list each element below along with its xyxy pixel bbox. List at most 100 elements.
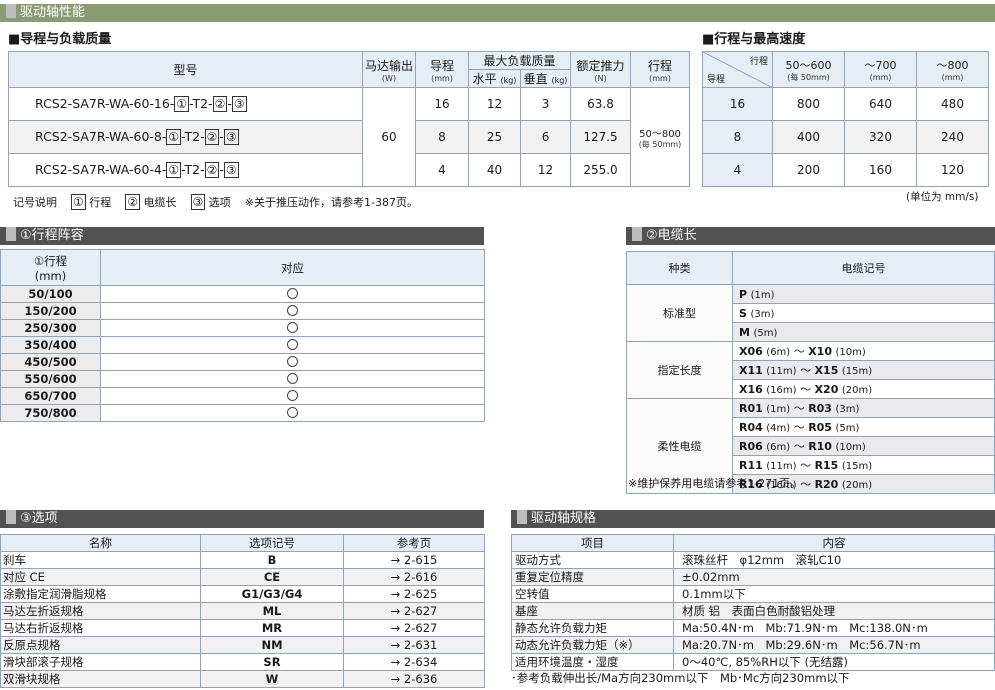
header-option-code: 选项记号 xyxy=(200,534,344,552)
vertical-load-cell: 12 xyxy=(519,153,572,187)
spec-value: ±0.02mm xyxy=(673,568,995,586)
stroke-value: 750/800 xyxy=(0,404,101,422)
section-title: 驱动轴规格 xyxy=(531,511,597,526)
cable-type: 指定长度 xyxy=(626,341,733,399)
header-option-page: 参考页 xyxy=(343,534,485,552)
header-lead: 导程 (mm) xyxy=(415,51,469,88)
section-title: 驱动轴性能 xyxy=(20,5,86,20)
supported-circle-icon xyxy=(287,390,298,401)
option-page-ref: → 2-616 xyxy=(343,568,485,586)
lead-cell: 16 xyxy=(415,87,469,121)
cable-table: 种类 电缆记号 标准型 P (1m) S (3m) M (5m) 指定长度 X0… xyxy=(626,251,995,494)
option-name: 对应 CE xyxy=(0,568,201,586)
supported-circle-icon xyxy=(287,356,298,367)
stroke-range-cell: 50～800 (每 50mm) xyxy=(630,87,691,187)
section-square-icon xyxy=(6,4,16,18)
cable-code: R01 (1m) ～ R03 (3m) xyxy=(732,398,995,418)
header-option-name: 名称 xyxy=(0,534,201,552)
spec-item: 静态允许负载力矩 xyxy=(511,619,674,637)
motor-output-value: 60 xyxy=(362,87,416,187)
lead-cell: 8 xyxy=(415,120,469,154)
speed-cell: 640 xyxy=(844,87,917,121)
section-square-icon xyxy=(6,510,16,524)
option-code: SR xyxy=(200,653,344,671)
stroke-value: 350/400 xyxy=(0,336,101,354)
thrust-cell: 63.8 xyxy=(570,87,632,121)
speed-cell: 120 xyxy=(916,153,989,187)
thrust-cell: 255.0 xyxy=(570,153,632,187)
spec-item: 基座 xyxy=(511,602,674,620)
cable-code: R11 (11m) ～ R15 (15m) xyxy=(732,455,995,475)
spec-table: 项目 内容 驱动方式 滚珠丝杆 φ12mm 滚轧C10 重复定位精度 ±0.02mm… xyxy=(511,534,995,671)
option-name: 马达左折返规格 xyxy=(0,602,201,620)
speed-lead-cell: 4 xyxy=(702,153,773,187)
header-stroke: 行程 (mm) xyxy=(630,51,691,88)
cable-code: X06 (6m) ～ X10 (10m) xyxy=(732,341,995,361)
cable-type: 标准型 xyxy=(626,284,733,342)
spec-value: 材质 铝 表面白色耐酸铝处理 xyxy=(673,602,995,620)
option-name: 涂敷指定润滑脂规格 xyxy=(0,585,201,603)
spec-value: 滚珠丝杆 φ12mm 滚轧C10 xyxy=(673,551,995,569)
option-page-ref: → 2-631 xyxy=(343,636,485,654)
speed-cell: 320 xyxy=(844,120,917,154)
speed-col-header: ～800 (mm) xyxy=(916,51,989,88)
header-stroke: ①行程 (mm) xyxy=(0,249,101,286)
spec-value: Ma:50.4N･m Mb:71.9N･m Mc:138.0N･m xyxy=(673,619,995,637)
stroke-value: 550/600 xyxy=(0,370,101,388)
speed-cell: 200 xyxy=(772,153,845,187)
option-code: B xyxy=(200,551,344,569)
option-page-ref: → 2-627 xyxy=(343,602,485,620)
stroke-value: 50/100 xyxy=(0,285,101,303)
cable-note: ※维护保养用电缆请参考1-271页。 xyxy=(628,477,802,490)
speed-lead-cell: 16 xyxy=(702,87,773,121)
header-model: 型号 xyxy=(8,51,363,88)
supported-circle-icon xyxy=(287,305,298,316)
option-code: W xyxy=(200,670,344,688)
header-spec-content: 内容 xyxy=(673,534,995,552)
horizontal-load-cell: 12 xyxy=(468,87,521,121)
supported-circle-icon xyxy=(287,322,298,333)
model-row-3: RCS2-SA7R-WA-60-4- ① -T2- ② - ③ xyxy=(8,153,363,187)
stroke-value: 150/200 xyxy=(0,302,101,320)
option-page-ref: → 2-625 xyxy=(343,585,485,603)
section-square-icon xyxy=(632,227,642,241)
speed-corner-cell: 行程 导程 xyxy=(702,51,773,88)
stroke-list-table: ①行程 (mm) 对应 50/100 150/200 250/300 350/40… xyxy=(0,249,485,422)
lead-load-table: 型号 马达输出 (W) 导程 (mm) 最大负载质量 额定推力 (N) 行程 (mm) … xyxy=(8,51,691,187)
section-title: ②电缆长 xyxy=(646,228,697,243)
spec-value: Ma:20.7N･m Mb:29.6N･m Mc:56.7N･m xyxy=(673,636,995,654)
spec-item: 适用环境温度・湿度 xyxy=(511,653,674,671)
model-row-2: RCS2-SA7R-WA-60-8- ① -T2- ② - ③ xyxy=(8,120,363,154)
option-code: ML xyxy=(200,602,344,620)
section-square-icon xyxy=(6,227,16,241)
thrust-cell: 127.5 xyxy=(570,120,632,154)
spec-item: 重复定位精度 xyxy=(511,568,674,586)
options-table: 名称 选项记号 参考页 刹车 B → 2-615 对应 CE CE → 2-616 涂敷… xyxy=(0,534,485,688)
speed-unit-note: (单位为 mm/s) xyxy=(906,191,979,203)
speed-cell: 480 xyxy=(916,87,989,121)
cable-code: R04 (4m) ～ R05 (5m) xyxy=(732,417,995,437)
section-title: ①行程阵容 xyxy=(20,228,84,243)
supported-circle-icon xyxy=(287,339,298,350)
speed-cell: 800 xyxy=(772,87,845,121)
header-max-load: 最大负载质量 xyxy=(467,51,572,70)
supported-circle-icon xyxy=(287,288,298,299)
option-code: NM xyxy=(200,636,344,654)
spec-item: 驱动方式 xyxy=(511,551,674,569)
vertical-load-cell: 6 xyxy=(519,120,572,154)
header-vertical: 垂直 (kg) xyxy=(519,69,572,88)
option-code: CE xyxy=(200,568,344,586)
cable-code: M (5m) xyxy=(732,322,995,342)
header-code: 电缆记号 xyxy=(732,251,995,285)
cable-code: P (1m) xyxy=(732,284,995,304)
header-motor: 马达输出 (W) xyxy=(362,51,416,88)
speed-cell: 240 xyxy=(916,120,989,154)
option-name: 刹车 xyxy=(0,551,201,569)
header-thrust: 额定推力 (N) xyxy=(570,51,632,88)
section-bar-spec: 驱动轴规格 xyxy=(511,510,995,528)
section-bar-drive-performance: 驱动轴性能 xyxy=(0,4,995,22)
lead-cell: 4 xyxy=(415,153,469,187)
stroke-speed-table: 行程 导程 50～600 (每 50mm) ～700 (mm) ～800 (mm) 1… xyxy=(702,51,989,187)
stroke-value: 650/700 xyxy=(0,387,101,405)
section-bar-options: ③选项 xyxy=(0,510,484,528)
